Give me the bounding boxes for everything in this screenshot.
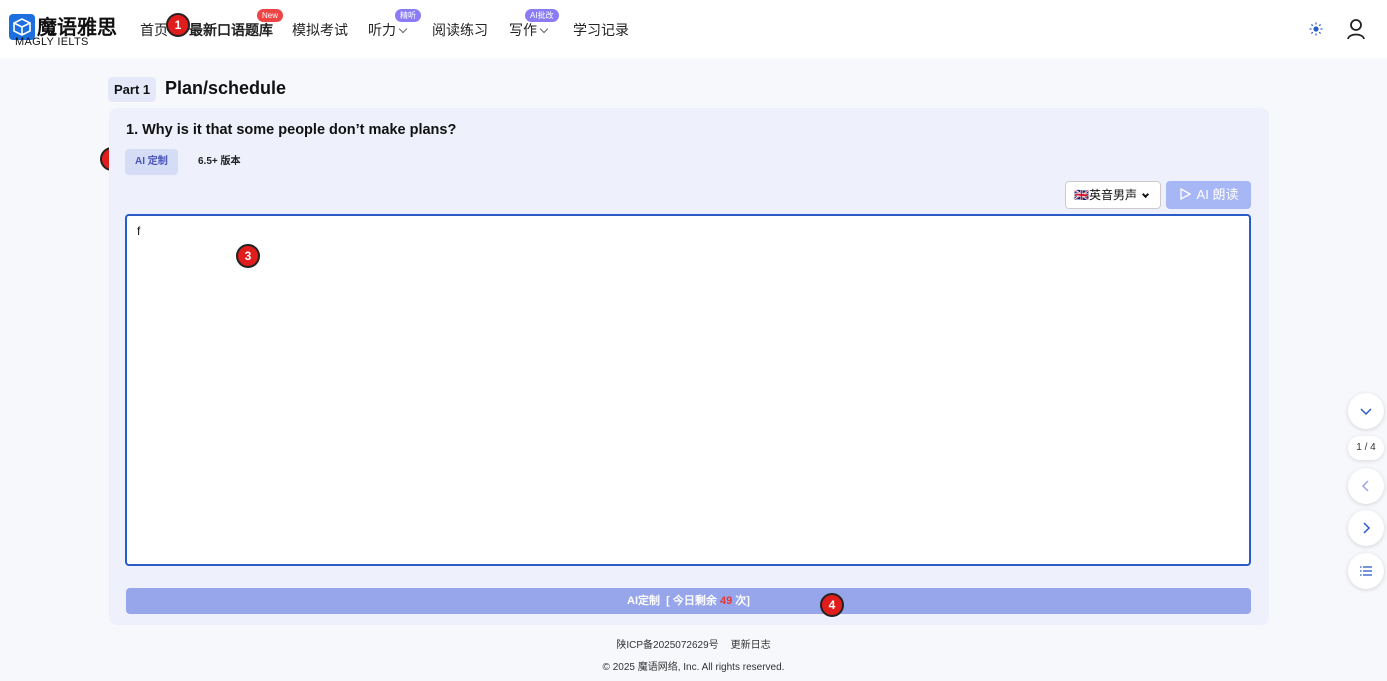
question-text: 1. Why is it that some people don’t make… [126,122,457,138]
answer-textarea[interactable]: f [125,214,1251,566]
new-badge: New [257,9,284,22]
top-navigation-bar: 魔语雅思 MAGLY IELTS 首页 最新口语题库 New 模拟考试 听力 精… [0,0,1387,58]
logo-text-en: MAGLY IELTS [15,36,89,48]
nav-listening-label: 听力 [368,22,396,38]
chevron-down-icon [1141,190,1150,199]
chevron-down-icon [539,24,549,34]
part-tag: Part 1 [108,77,157,102]
marker-1: 1 [166,13,190,37]
listening-badge: 精听 [395,9,421,22]
prev-button[interactable] [1348,468,1384,504]
writing-badge: AI批改 [525,9,559,22]
user-icon[interactable] [1346,18,1366,40]
remain-count: 49 [719,595,733,607]
chevron-left-icon [1361,480,1369,492]
chevron-down-icon [398,24,408,34]
uk-flag-icon: 🇬🇧 [1074,188,1089,202]
nav-mock-exam[interactable]: 模拟考试 [292,20,348,40]
copyright: © 2025 魔语网络, Inc. All rights reserved. [602,662,785,673]
nav-study-records[interactable]: 学习记录 [573,20,629,40]
remain-prefix: [ 今日剩余 [666,595,720,607]
chevron-right-icon [1363,522,1371,534]
voice-select[interactable]: 🇬🇧英音男声 [1065,181,1161,209]
icp-link[interactable]: 陕ICP备2025072629号 [616,640,718,651]
next-button[interactable] [1348,510,1384,546]
nav-writing[interactable]: 写作 [509,20,549,40]
nav-listening[interactable]: 听力 [368,20,408,40]
page-title: Plan/schedule [165,78,287,98]
nav-latest-speaking[interactable]: 最新口语题库 [189,20,273,40]
voice-selected: 英音男声 [1088,188,1137,202]
remain-suffix: 次] [732,595,750,607]
chevron-down-icon [1360,408,1372,416]
play-icon [1179,187,1191,201]
collapse-button[interactable] [1348,393,1384,429]
logo[interactable]: 魔语雅思 MAGLY IELTS [9,13,123,49]
list-button[interactable] [1348,553,1384,589]
tab-version[interactable]: 6.5+ 版本 [196,149,243,175]
changelog-link[interactable]: 更新日志 [731,640,771,651]
generate-label: AI定制 [627,595,661,607]
tab-ai-custom[interactable]: AI 定制 [125,149,178,175]
nav-reading[interactable]: 阅读练习 [432,20,488,40]
ai-read-label: AI 朗读 [1196,187,1239,202]
ai-read-button[interactable]: AI 朗读 [1166,181,1251,209]
nav-home[interactable]: 首页 [140,20,168,40]
marker-4: 4 [820,593,844,617]
list-icon [1360,566,1372,576]
ai-generate-button[interactable]: AI定制 [ 今日剩余 49 次] [126,588,1251,614]
footer-links: 陕ICP备2025072629号 更新日志 [0,636,1387,651]
marker-3: 3 [236,244,260,268]
sun-icon[interactable] [1309,22,1323,36]
page-indicator: 1 / 4 [1348,436,1384,460]
nav-writing-label: 写作 [509,22,537,38]
